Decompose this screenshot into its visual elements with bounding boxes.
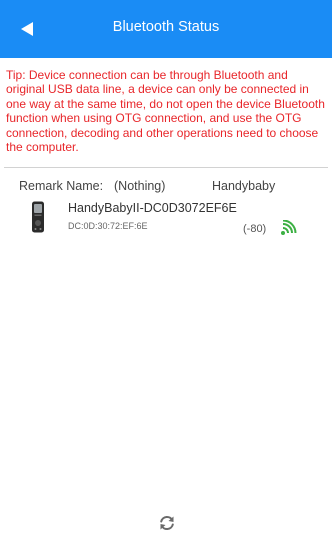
device-signal-strength: (-80) (243, 223, 267, 235)
device-mac-address: DC:0D:30:72:EF:6E (68, 221, 148, 231)
key-programmer-device-icon (32, 201, 44, 233)
remark-device-name: Handybaby (212, 179, 276, 193)
divider (4, 167, 328, 168)
app-header: Bluetooth Status (0, 0, 332, 58)
refresh-icon (160, 515, 174, 531)
connection-tip: Tip: Device connection can be through Bl… (6, 68, 325, 155)
wifi-signal-icon (281, 220, 297, 235)
device-list-item[interactable]: HandyBabyII-DC0D3072EF6E DC:0D:30:72:EF:… (6, 196, 328, 242)
page-title: Bluetooth Status (112, 19, 220, 35)
device-name: HandyBabyII-DC0D3072EF6E (68, 201, 237, 215)
remark-name-value: (Nothing) (114, 179, 166, 193)
remark-name-label: Remark Name: (19, 179, 104, 193)
refresh-button[interactable] (158, 514, 176, 532)
